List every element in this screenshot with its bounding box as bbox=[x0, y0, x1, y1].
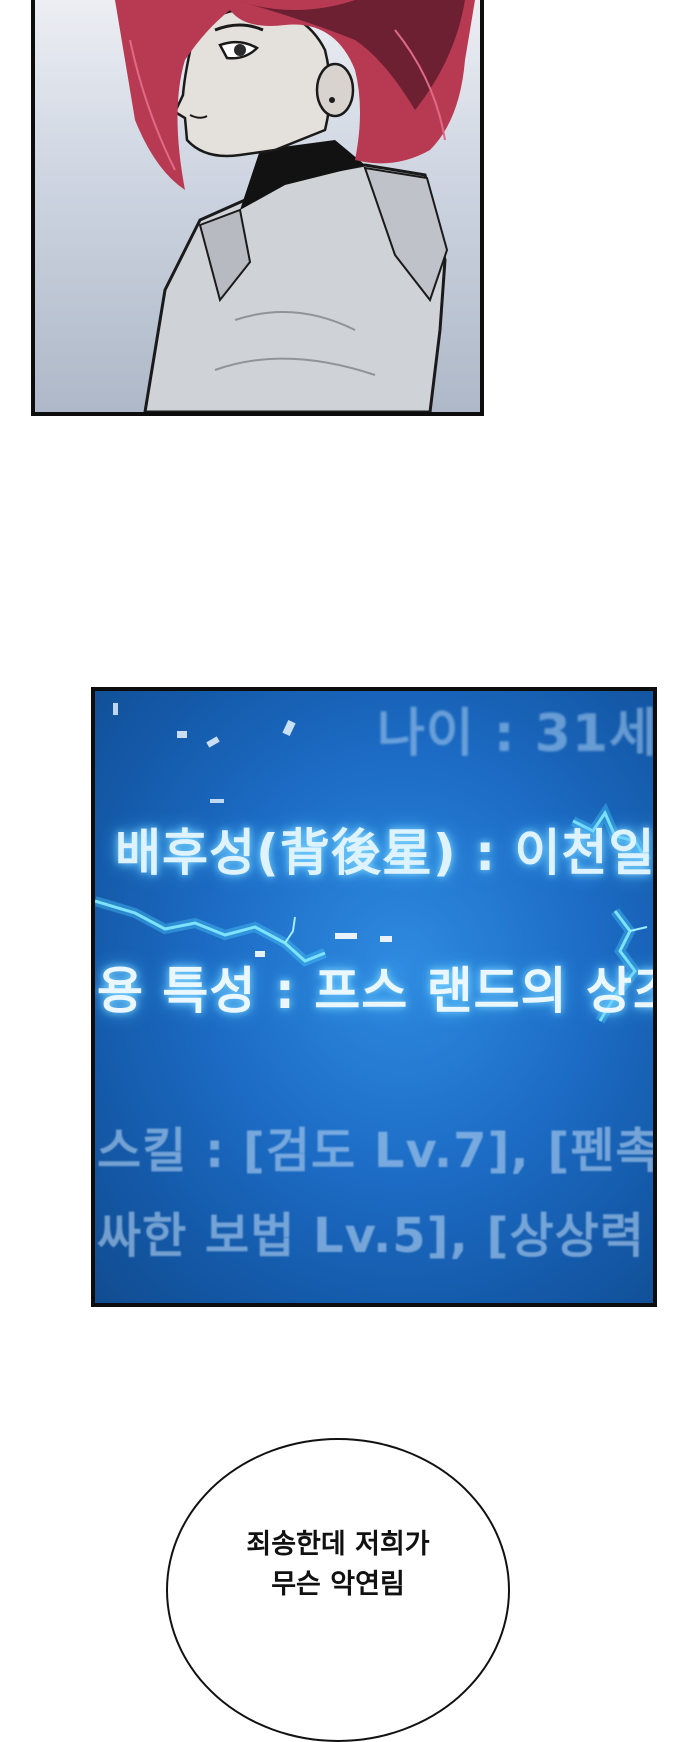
speech-bubble: 죄송한데 저희가 무슨 악연림 bbox=[166, 1438, 510, 1742]
status-trait: 용 특성 : 프스 랜드의 상조 bbox=[97, 962, 657, 1020]
speech-line-1: 죄송한데 저희가 bbox=[246, 1529, 430, 1560]
status-skills-line-2: 싸한 보법 Lv.5], [상상력 bbox=[97, 1208, 645, 1264]
status-skills-line-1: 스킬 : [검도 Lv.7], [펜촉을 bbox=[97, 1123, 657, 1179]
status-constellation: 배후성(背後星) : 이천일 bbox=[115, 824, 656, 882]
speech-line-2: 무슨 악연림 bbox=[271, 1569, 405, 1600]
ear bbox=[315, 62, 355, 118]
status-window-panel: 나이 : 31세 배후성(背後星) : 이천일 용 특성 : 프스 랜드의 상조… bbox=[91, 687, 657, 1307]
character-illustration bbox=[115, 0, 475, 412]
status-age: 나이 : 31세 bbox=[377, 704, 657, 764]
character-portrait-panel bbox=[31, 0, 484, 416]
